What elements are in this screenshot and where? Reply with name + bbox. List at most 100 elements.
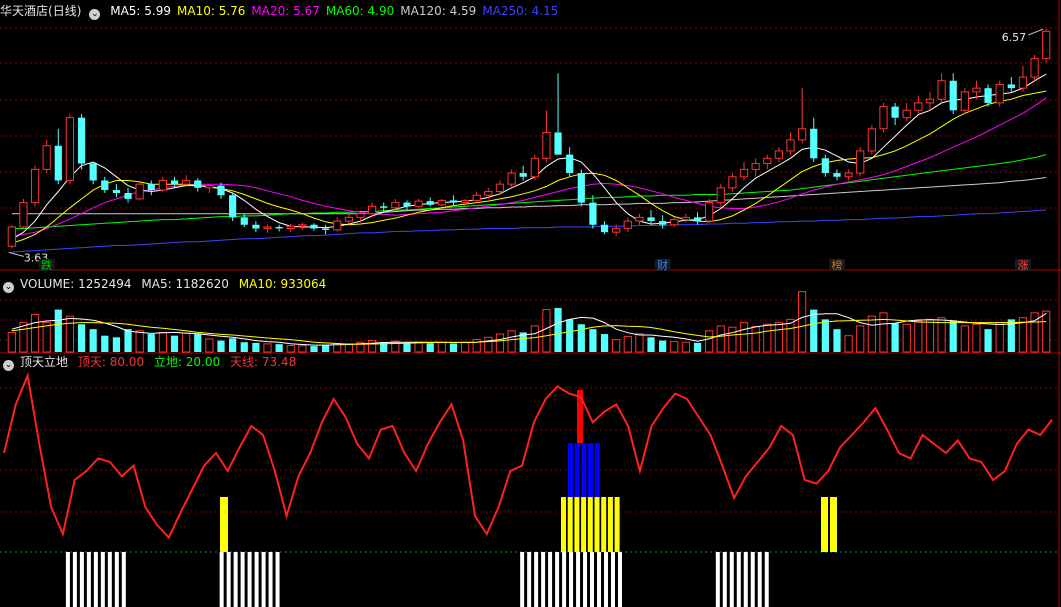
volume-bar-down <box>54 309 62 352</box>
oversold-bar <box>527 552 532 607</box>
volume-bar-up <box>972 323 981 353</box>
candle-down <box>77 117 86 164</box>
volume-bar-up <box>612 339 621 353</box>
candle-down <box>170 180 179 185</box>
ma-line-ma250 <box>11 209 1047 253</box>
volume-bar-up <box>705 330 714 353</box>
volume-bar-down <box>101 335 109 352</box>
candle-down <box>380 206 388 208</box>
bottom-signal-bar <box>607 497 613 552</box>
candle-up <box>333 220 342 231</box>
candle-down <box>600 224 609 233</box>
bottom-signal-bar <box>587 497 593 552</box>
volume-bar-up <box>728 326 737 353</box>
chart-canvas[interactable]: 6.573.63跌财榜涨 <box>0 0 1061 607</box>
candle-up <box>344 216 353 222</box>
candle-up <box>960 91 969 111</box>
volume-bar-down <box>949 321 957 352</box>
oversold-bar <box>121 552 126 607</box>
oversold-bar <box>750 552 755 607</box>
candle-up <box>286 225 295 229</box>
bottom-signal-bar <box>601 497 607 552</box>
volume-ma10: MA10: 933064 <box>238 277 327 291</box>
volume-bar-down <box>124 329 132 352</box>
volume-bar-up <box>995 322 1004 353</box>
indicator-name: 顶天立地 <box>20 355 69 369</box>
oversold-bar <box>736 552 741 607</box>
candle-up <box>495 183 505 193</box>
candle-up <box>972 87 981 93</box>
strong-signal-bar <box>568 443 573 497</box>
ma-line-ma60 <box>11 154 1047 229</box>
candle-up <box>879 106 888 130</box>
candle-up <box>530 157 539 178</box>
indicator-line: 天线: 73.48 <box>229 355 297 369</box>
bottom-signal-bar <box>594 497 600 552</box>
candle-down <box>693 217 702 222</box>
ma-legend: MA5: 5.99 MA10: 5.76 MA20: 5.67 MA60: 4.90 M… <box>110 4 564 18</box>
volume-bar-up <box>739 322 749 353</box>
candle-up <box>786 139 795 152</box>
volume-bar-up <box>437 342 446 353</box>
volume-bar-down <box>403 342 411 352</box>
candle-down <box>810 128 818 159</box>
candle-up <box>1030 58 1039 78</box>
volume-bar-up <box>716 325 725 353</box>
oversold-bar <box>79 552 84 607</box>
candle-down <box>554 132 562 155</box>
oversold-bar <box>233 552 238 607</box>
candle-up <box>542 131 551 159</box>
indicator-panel-header: ⌄ 顶天立地 顶天: 80.00 立地: 20.00 天线: 73.48 <box>0 354 302 371</box>
candle-down <box>589 202 597 225</box>
candle-down <box>647 217 655 222</box>
volume-bar-up <box>484 336 493 353</box>
oversold-bar <box>65 552 70 607</box>
oversold-bar <box>114 552 119 607</box>
candle-down <box>89 163 97 181</box>
oversold-bar <box>226 552 231 607</box>
period-label: (日线) <box>48 4 82 18</box>
volume-bar-down <box>589 329 597 352</box>
candle-down <box>124 193 132 199</box>
candle-up <box>670 219 679 226</box>
candle-down <box>275 226 283 229</box>
oversold-bar <box>254 552 259 607</box>
volume-bar-up <box>42 322 51 353</box>
candle-up <box>30 168 40 204</box>
oversold-bar <box>590 552 595 607</box>
candle-up <box>298 224 307 227</box>
volume-bar-up <box>507 330 516 353</box>
volume-bar-up <box>182 332 191 353</box>
event-label: 涨 <box>1017 259 1028 272</box>
candle-up <box>182 179 191 185</box>
ma-legend-item: MA60: 4.90 <box>325 4 395 18</box>
oversold-bar <box>86 552 91 607</box>
oversold-bar <box>107 552 112 607</box>
volume-bar-down <box>577 324 585 352</box>
volume-bar-up <box>298 345 307 353</box>
ma-legend-item: MA20: 5.67 <box>251 4 320 18</box>
chevron-down-icon[interactable]: ⌄ <box>89 9 101 20</box>
candle-down <box>101 180 109 191</box>
volume-bar-down <box>810 309 818 352</box>
oversold-bar <box>247 552 252 607</box>
volume-bar-down <box>449 343 458 352</box>
volume-bar-up <box>530 325 539 353</box>
ma-line-ma5 <box>11 73 1047 240</box>
oversold-bar <box>240 552 245 607</box>
chevron-down-icon[interactable]: ⌄ <box>3 360 14 371</box>
candle-up <box>728 176 737 189</box>
candle-up <box>995 83 1004 104</box>
volume-bar-down <box>170 335 179 352</box>
volume-bar-up <box>798 291 807 353</box>
volume-bar-up <box>879 312 888 353</box>
chevron-down-icon[interactable]: ⌄ <box>3 282 14 293</box>
candle-up <box>623 220 632 229</box>
volume-bar-down <box>566 319 574 352</box>
candle-down <box>403 202 411 207</box>
volume-bar-down <box>984 329 992 352</box>
oversold-bar <box>569 552 574 607</box>
oversold-bar <box>715 552 720 607</box>
volume-bar-down <box>554 307 562 352</box>
ma-legend-item: MA120: 4.59 <box>400 4 477 18</box>
